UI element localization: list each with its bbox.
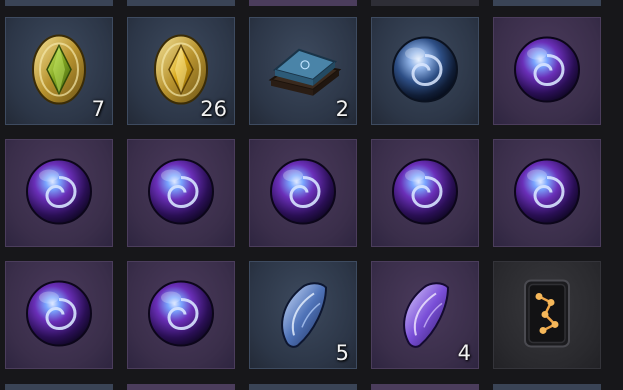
inventory-slot[interactable] bbox=[5, 261, 113, 369]
inventory-slot[interactable] bbox=[493, 261, 601, 369]
partial-slot-edge bbox=[127, 0, 235, 6]
item-count: 7 bbox=[91, 97, 105, 121]
inventory-slot[interactable]: 26 bbox=[127, 17, 235, 125]
stone-tablet-icon bbox=[268, 48, 342, 96]
orb-purple-icon bbox=[392, 158, 458, 225]
inventory-slot[interactable] bbox=[371, 139, 479, 247]
orb-purple-icon bbox=[270, 158, 336, 225]
orb-purple-icon bbox=[514, 36, 580, 103]
inventory-slot[interactable]: 2 bbox=[249, 17, 357, 125]
crystal-shard-purple-icon bbox=[403, 282, 450, 348]
partial-slot-edge bbox=[493, 384, 601, 390]
orb-blue-icon bbox=[392, 36, 458, 103]
orb-purple-icon bbox=[148, 280, 214, 347]
inventory-slot[interactable] bbox=[127, 139, 235, 247]
inventory-slot[interactable]: 4 bbox=[371, 261, 479, 369]
partial-slot-edge bbox=[371, 384, 479, 390]
inventory-slot[interactable] bbox=[493, 139, 601, 247]
item-count: 2 bbox=[335, 97, 349, 121]
partial-slot-edge bbox=[249, 0, 357, 6]
rune-card-icon bbox=[524, 279, 570, 348]
partial-slot-edge bbox=[5, 0, 113, 6]
partial-slot-edge bbox=[127, 384, 235, 390]
partial-slot-edge bbox=[249, 384, 357, 390]
inventory-slot[interactable] bbox=[371, 17, 479, 125]
gem-green-icon bbox=[32, 34, 86, 105]
inventory-slot[interactable] bbox=[5, 139, 113, 247]
inventory-slot[interactable] bbox=[249, 139, 357, 247]
orb-purple-icon bbox=[148, 158, 214, 225]
crystal-shard-blue-icon bbox=[281, 282, 328, 348]
gem-gold-icon bbox=[154, 34, 208, 105]
orb-purple-icon bbox=[26, 158, 92, 225]
item-count: 4 bbox=[457, 341, 471, 365]
orb-purple-icon bbox=[26, 280, 92, 347]
partial-slot-edge bbox=[493, 0, 601, 6]
item-count: 26 bbox=[200, 97, 227, 121]
partial-slot-edge bbox=[371, 0, 479, 6]
inventory-slot[interactable]: 5 bbox=[249, 261, 357, 369]
partial-slot-edge bbox=[5, 384, 113, 390]
inventory-slot[interactable]: 7 bbox=[5, 17, 113, 125]
inventory-slot[interactable] bbox=[127, 261, 235, 369]
inventory-slot[interactable] bbox=[493, 17, 601, 125]
orb-purple-icon bbox=[514, 158, 580, 225]
item-count: 5 bbox=[335, 341, 349, 365]
